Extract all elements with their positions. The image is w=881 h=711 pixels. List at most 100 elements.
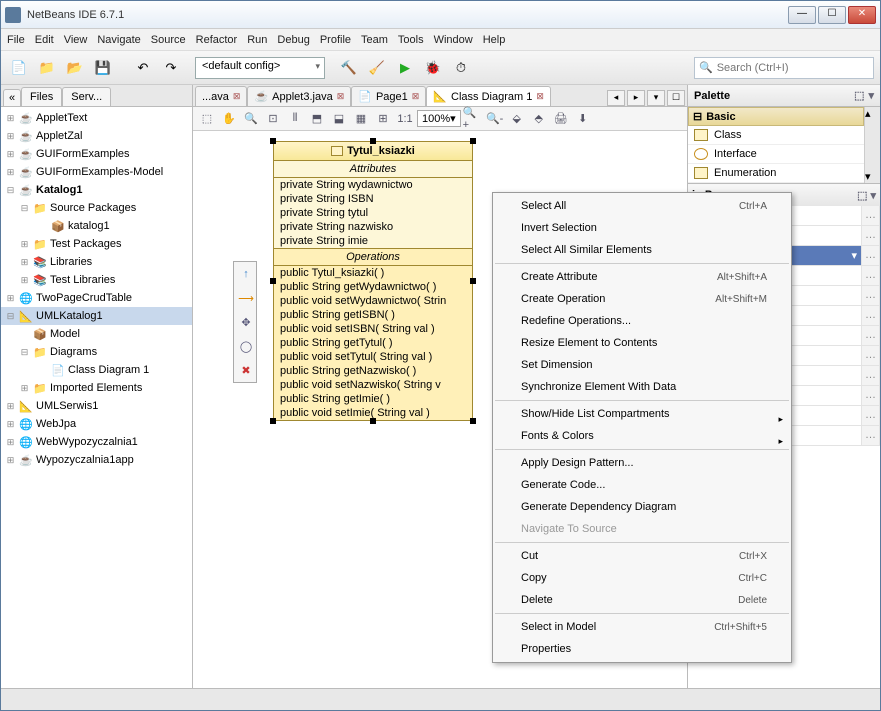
export-button[interactable]: ⬇ (573, 109, 593, 129)
tree-twisty[interactable]: ⊞ (5, 113, 16, 124)
property-edit-button[interactable]: … (862, 326, 880, 345)
close-button[interactable]: ✕ (848, 6, 876, 24)
tree-twisty[interactable]: ⊟ (5, 311, 16, 322)
palette-options-icon[interactable]: ⬚ (854, 89, 864, 102)
resize-handle[interactable] (370, 418, 376, 424)
operation-row[interactable]: public void setISBN( String val ) (274, 322, 472, 336)
editor-tab[interactable]: ☕Applet3.java⊠ (247, 86, 351, 106)
attribute-row[interactable]: private String ISBN (274, 192, 472, 206)
print-button[interactable]: 🖨 (551, 109, 571, 129)
zoom-out[interactable]: 🔍- (485, 109, 505, 129)
menu-tools[interactable]: Tools (398, 34, 424, 46)
tree-twisty[interactable]: ⊞ (19, 257, 30, 268)
menu-item[interactable]: Select All Similar Elements (493, 239, 791, 261)
menu-run[interactable]: Run (247, 34, 267, 46)
tree-item[interactable]: 📦Model (1, 325, 192, 343)
arrow-up-tool[interactable]: ↑ (236, 264, 256, 284)
operation-row[interactable]: public void setNazwisko( String v (274, 378, 472, 392)
scrollbar-up[interactable]: ▴ (865, 107, 880, 120)
menu-profile[interactable]: Profile (320, 34, 351, 46)
tree-item[interactable]: ⊟☕Katalog1 (1, 181, 192, 199)
tree-twisty[interactable]: ⊞ (5, 455, 16, 466)
search-box[interactable]: 🔍 (694, 57, 874, 79)
uml-class-element[interactable]: Tytul_ksiazki Attributes private String … (273, 141, 473, 421)
menu-file[interactable]: File (7, 34, 25, 46)
tree-item[interactable]: ⊞📚Libraries (1, 253, 192, 271)
tree-twisty[interactable]: ⊟ (19, 347, 30, 358)
operation-row[interactable]: public void setTytul( String val ) (274, 350, 472, 364)
save-all-button[interactable]: 💾 (91, 56, 115, 80)
tree-twisty[interactable]: ⊟ (19, 203, 30, 214)
menu-item[interactable]: Redefine Operations... (493, 310, 791, 332)
property-edit-button[interactable]: … (862, 406, 880, 425)
services-tab[interactable]: Serv... (62, 87, 111, 106)
arrange-button[interactable]: ⬓ (329, 109, 349, 129)
menu-item[interactable]: CutCtrl+X (493, 545, 791, 567)
resize-handle[interactable] (370, 138, 376, 144)
tree-twisty[interactable]: ⊞ (5, 419, 16, 430)
menu-item[interactable]: Create AttributeAlt+Shift+A (493, 266, 791, 288)
tree-item[interactable]: 📦katalog1 (1, 217, 192, 235)
connector-tool[interactable]: ⟶ (236, 288, 256, 308)
menu-help[interactable]: Help (483, 34, 506, 46)
grid-button[interactable]: ▦ (351, 109, 371, 129)
zoom-tool[interactable]: 🔍 (241, 109, 261, 129)
attribute-row[interactable]: private String tytul (274, 206, 472, 220)
menu-item[interactable]: Create OperationAlt+Shift+M (493, 288, 791, 310)
attribute-row[interactable]: private String imie (274, 234, 472, 248)
tree-item[interactable]: ⊞☕GUIFormExamples-Model (1, 163, 192, 181)
config-dropdown[interactable]: <default config> (195, 57, 325, 79)
tree-item[interactable]: ⊞📚Test Libraries (1, 271, 192, 289)
tree-item[interactable]: 📄Class Diagram 1 (1, 361, 192, 379)
tree-item[interactable]: ⊞☕AppletText (1, 109, 192, 127)
operation-row[interactable]: public String getWydawnictwo( ) (274, 280, 472, 294)
clean-build-button[interactable]: 🧹 (365, 56, 389, 80)
redo-button[interactable]: ↷ (159, 56, 183, 80)
tab-close-icon[interactable]: ⊠ (337, 91, 345, 102)
menu-item[interactable]: Apply Design Pattern... (493, 452, 791, 474)
operation-row[interactable]: public String getNazwisko( ) (274, 364, 472, 378)
tree-twisty[interactable]: ⊞ (19, 239, 30, 250)
tree-item[interactable]: ⊟📐UMLKatalog1 (1, 307, 192, 325)
property-edit-button[interactable]: … (862, 306, 880, 325)
undo-button[interactable]: ↶ (131, 56, 155, 80)
maximize-editor-button[interactable]: ☐ (667, 90, 685, 106)
tree-twisty[interactable]: ⊞ (5, 167, 16, 178)
minimize-pane-button[interactable]: « (3, 89, 21, 106)
menu-item[interactable]: Properties (493, 638, 791, 660)
operation-row[interactable]: public String getImie( ) (274, 392, 472, 406)
menu-debug[interactable]: Debug (277, 34, 309, 46)
menu-item[interactable]: CopyCtrl+C (493, 567, 791, 589)
tree-item[interactable]: ⊟📁Source Packages (1, 199, 192, 217)
tree-twisty[interactable]: ⊞ (5, 293, 16, 304)
menu-navigate[interactable]: Navigate (97, 34, 140, 46)
palette-category[interactable]: ⊟Basic (688, 107, 864, 126)
resize-handle[interactable] (270, 138, 276, 144)
menu-window[interactable]: Window (434, 34, 473, 46)
resize-handle[interactable] (270, 278, 276, 284)
project-tree[interactable]: ⊞☕AppletText⊞☕AppletZal⊞☕GUIFormExamples… (1, 107, 192, 688)
resize-handle[interactable] (470, 138, 476, 144)
resize-handle[interactable] (270, 418, 276, 424)
tree-twisty[interactable]: ⊞ (19, 275, 30, 286)
scrollbar-down[interactable]: ▾ (865, 170, 880, 183)
profile-button[interactable]: ⏱ (449, 56, 473, 80)
new-file-button[interactable]: 📄 (7, 56, 31, 80)
tree-item[interactable]: ⊞☕Wypozyczalnia1app (1, 451, 192, 469)
tree-twisty[interactable]: ⊞ (19, 383, 30, 394)
files-tab[interactable]: Files (21, 87, 62, 106)
snap-button[interactable]: ⊞ (373, 109, 393, 129)
property-edit-button[interactable]: … (862, 346, 880, 365)
maximize-button[interactable]: ☐ (818, 6, 846, 24)
zoom-level[interactable]: 100% ▾ (417, 110, 461, 127)
attribute-row[interactable]: private String nazwisko (274, 220, 472, 234)
tree-item[interactable]: ⊞🌐WebJpa (1, 415, 192, 433)
menu-refactor[interactable]: Refactor (196, 34, 238, 46)
menu-item[interactable]: Resize Element to Contents (493, 332, 791, 354)
menu-item[interactable]: Show/Hide List Compartments (493, 403, 791, 425)
tree-item[interactable]: ⊞🌐TwoPageCrudTable (1, 289, 192, 307)
menu-item[interactable]: Generate Dependency Diagram (493, 496, 791, 518)
menu-edit[interactable]: Edit (35, 34, 54, 46)
tree-twisty[interactable]: ⊞ (5, 131, 16, 142)
menu-item[interactable]: Invert Selection (493, 217, 791, 239)
